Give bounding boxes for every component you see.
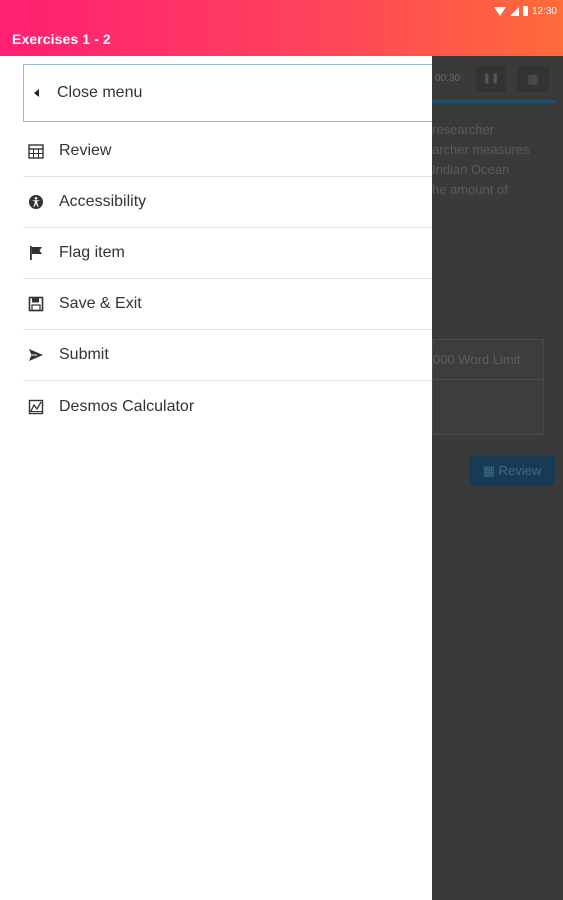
graph-icon [27, 398, 45, 416]
save-icon [27, 295, 45, 313]
calendar-grid-icon [27, 142, 45, 160]
timer-text: 00:30 [435, 73, 461, 84]
question-line: he amount of [432, 182, 508, 197]
menu-item-label: Desmos Calculator [59, 397, 195, 415]
menu-item-accessibility[interactable]: Accessibility [23, 177, 432, 228]
menu-item-label: Review [59, 142, 112, 159]
send-icon [27, 346, 45, 364]
calculator-button[interactable]: ▦ [517, 66, 549, 92]
question-text: researcher archer measures Indian Ocean … [432, 120, 563, 200]
battery-icon [522, 6, 528, 16]
menu-item-label: Accessibility [59, 193, 147, 210]
progress-bar [432, 100, 555, 103]
close-menu-button[interactable]: Close menu [23, 64, 432, 122]
drawer-menu: Review Accessibility Flag item Save & Ex… [23, 126, 432, 432]
menu-item-label: Submit [59, 346, 109, 363]
wifi-icon [493, 6, 506, 16]
close-menu-label: Close menu [57, 84, 143, 101]
page-title: Exercises 1 - 2 [12, 31, 111, 47]
menu-item-flag[interactable]: Flag item [23, 228, 432, 279]
flag-icon [27, 244, 45, 262]
navigation-drawer: Close menu Review Accessibility Flag ite… [0, 56, 432, 900]
review-button-label: Review [498, 463, 542, 478]
status-bar: 12:30 [493, 2, 557, 20]
question-line: Indian Ocean [432, 162, 510, 177]
menu-item-review[interactable]: Review [23, 126, 432, 177]
caret-left-icon [34, 89, 39, 97]
cell-signal-icon [509, 6, 519, 16]
question-line: archer measures [432, 142, 530, 157]
app-bar: 12:30 Exercises 1 - 2 [0, 0, 563, 56]
menu-item-desmos[interactable]: Desmos Calculator [23, 381, 432, 432]
menu-item-save-exit[interactable]: Save & Exit [23, 279, 432, 330]
menu-item-label: Save & Exit [59, 295, 142, 312]
menu-item-submit[interactable]: Submit [23, 330, 432, 381]
question-line: researcher [432, 122, 495, 137]
accessibility-icon [27, 193, 45, 211]
status-time: 12:30 [531, 5, 557, 17]
calendar-grid-icon: ▦ [482, 463, 496, 478]
review-button[interactable]: ▦ Review [469, 456, 555, 486]
pause-button[interactable]: ❚❚ [476, 66, 506, 92]
answer-box[interactable]: 000 Word Limit [432, 339, 544, 435]
word-limit-label: 000 Word Limit [433, 340, 543, 380]
menu-item-label: Flag item [59, 244, 125, 261]
